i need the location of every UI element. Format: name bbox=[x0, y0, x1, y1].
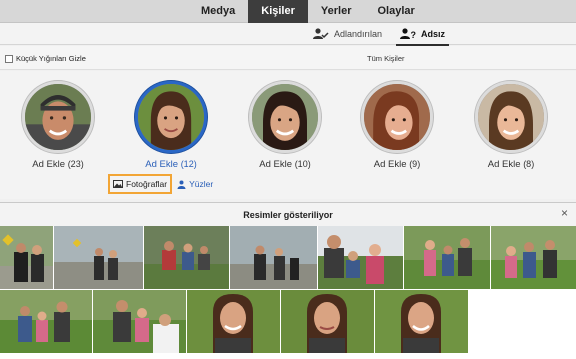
faces-view-label: Yüzler bbox=[189, 179, 214, 189]
people-view-switch: Adlandırılan ? Adsız bbox=[0, 23, 576, 46]
face-avatar[interactable] bbox=[249, 81, 321, 153]
panel-title: Resimler gösteriliyor bbox=[243, 210, 333, 220]
top-tab-bar: Medya Kişiler Yerler Olaylar bbox=[0, 0, 576, 23]
photo-count: (12) bbox=[180, 159, 197, 169]
people-strip: Ad Ekle (23) Ad Ekle (12) Ad Ekle (10) A… bbox=[0, 71, 576, 199]
person-label[interactable]: Ad Ekle (23) bbox=[18, 159, 98, 170]
add-name-link[interactable]: Ad Ekle bbox=[374, 159, 407, 170]
photo-thumbnail[interactable] bbox=[375, 290, 468, 353]
photos-panel-header: Resimler gösteriliyor × bbox=[0, 202, 576, 226]
photos-view-label: Fotoğraflar bbox=[126, 179, 168, 189]
faces-view-button[interactable]: Yüzler bbox=[174, 174, 216, 194]
main-tabs: Medya Kişiler Yerler Olaylar bbox=[188, 0, 428, 23]
face-avatar[interactable] bbox=[135, 81, 207, 153]
photo-thumbnail[interactable] bbox=[93, 290, 186, 353]
tab-media[interactable]: Medya bbox=[188, 0, 248, 23]
photo-icon bbox=[113, 180, 123, 188]
face-avatar[interactable] bbox=[361, 81, 433, 153]
hide-small-stacks-label: Küçük Yığınları Gizle bbox=[16, 54, 86, 63]
tab-events[interactable]: Olaylar bbox=[364, 0, 427, 23]
photo-thumbnail[interactable] bbox=[491, 226, 576, 289]
face-avatar[interactable] bbox=[22, 81, 94, 153]
person-question-icon: ? bbox=[400, 28, 416, 40]
photo-thumbnail[interactable] bbox=[318, 226, 403, 289]
unnamed-view-label: Adsız bbox=[421, 29, 446, 39]
photo-grid bbox=[0, 226, 576, 359]
person-label[interactable]: Ad Ekle (10) bbox=[245, 159, 325, 170]
photo-thumbnail[interactable] bbox=[187, 290, 280, 353]
close-icon[interactable]: × bbox=[561, 207, 568, 219]
person-label[interactable]: Ad Ekle (9) bbox=[357, 159, 437, 170]
person-stack-4[interactable]: Ad Ekle (9) bbox=[357, 81, 437, 170]
photo-thumbnail[interactable] bbox=[281, 290, 374, 353]
person-stack-3[interactable]: Ad Ekle (10) bbox=[245, 81, 325, 170]
person-check-icon bbox=[313, 28, 329, 40]
add-name-link[interactable]: Ad Ekle bbox=[145, 159, 178, 170]
photo-thumbnail[interactable] bbox=[0, 226, 53, 289]
person-icon bbox=[177, 180, 186, 189]
person-label[interactable]: Ad Ekle (12) bbox=[131, 159, 211, 170]
photo-count: (10) bbox=[294, 159, 311, 169]
stack-view-buttons: Fotoğraflar Yüzler bbox=[108, 174, 216, 194]
all-people-label: Tüm Kişiler bbox=[367, 54, 405, 63]
svg-text:?: ? bbox=[411, 30, 417, 40]
named-view-label: Adlandırılan bbox=[334, 29, 383, 39]
checkbox-box[interactable] bbox=[5, 54, 13, 63]
photo-thumbnail[interactable] bbox=[144, 226, 229, 289]
photo-count: (8) bbox=[523, 159, 535, 169]
person-stack-1[interactable]: Ad Ekle (23) bbox=[18, 81, 98, 170]
photo-count: (23) bbox=[67, 159, 84, 169]
person-label[interactable]: Ad Ekle (8) bbox=[471, 159, 551, 170]
add-name-link[interactable]: Ad Ekle bbox=[32, 159, 65, 170]
tab-places[interactable]: Yerler bbox=[308, 0, 365, 23]
named-view-button[interactable]: Adlandırılan bbox=[313, 23, 382, 45]
photo-thumbnail[interactable] bbox=[404, 226, 490, 289]
hide-small-stacks-checkbox[interactable]: Küçük Yığınları Gizle bbox=[5, 54, 86, 63]
photo-count: (9) bbox=[409, 159, 421, 169]
options-row: Küçük Yığınları Gizle Tüm Kişiler bbox=[0, 46, 576, 70]
photo-thumbnail[interactable] bbox=[54, 226, 143, 289]
unnamed-view-button[interactable]: ? Adsız bbox=[395, 23, 450, 46]
photos-view-button[interactable]: Fotoğraflar bbox=[108, 174, 173, 194]
person-stack-5[interactable]: Ad Ekle (8) bbox=[471, 81, 551, 170]
photo-thumbnail[interactable] bbox=[230, 226, 317, 289]
tab-people[interactable]: Kişiler bbox=[248, 0, 308, 23]
person-stack-2[interactable]: Ad Ekle (12) bbox=[131, 81, 211, 170]
photo-thumbnail[interactable] bbox=[0, 290, 92, 353]
face-avatar[interactable] bbox=[475, 81, 547, 153]
add-name-link[interactable]: Ad Ekle bbox=[488, 159, 521, 170]
add-name-link[interactable]: Ad Ekle bbox=[259, 159, 292, 170]
